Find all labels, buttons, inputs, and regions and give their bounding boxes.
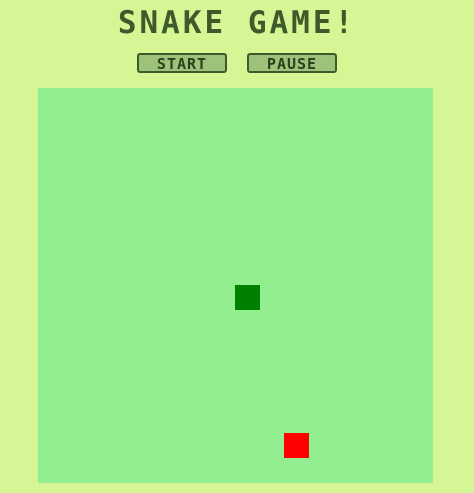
game-controls: START PAUSE [0, 53, 474, 73]
start-button[interactable]: START [137, 53, 227, 73]
snake-head [235, 285, 260, 310]
game-title: SNAKE GAME! [117, 5, 357, 41]
food-item [284, 433, 309, 458]
pause-button[interactable]: PAUSE [247, 53, 337, 73]
game-board[interactable] [38, 88, 433, 483]
